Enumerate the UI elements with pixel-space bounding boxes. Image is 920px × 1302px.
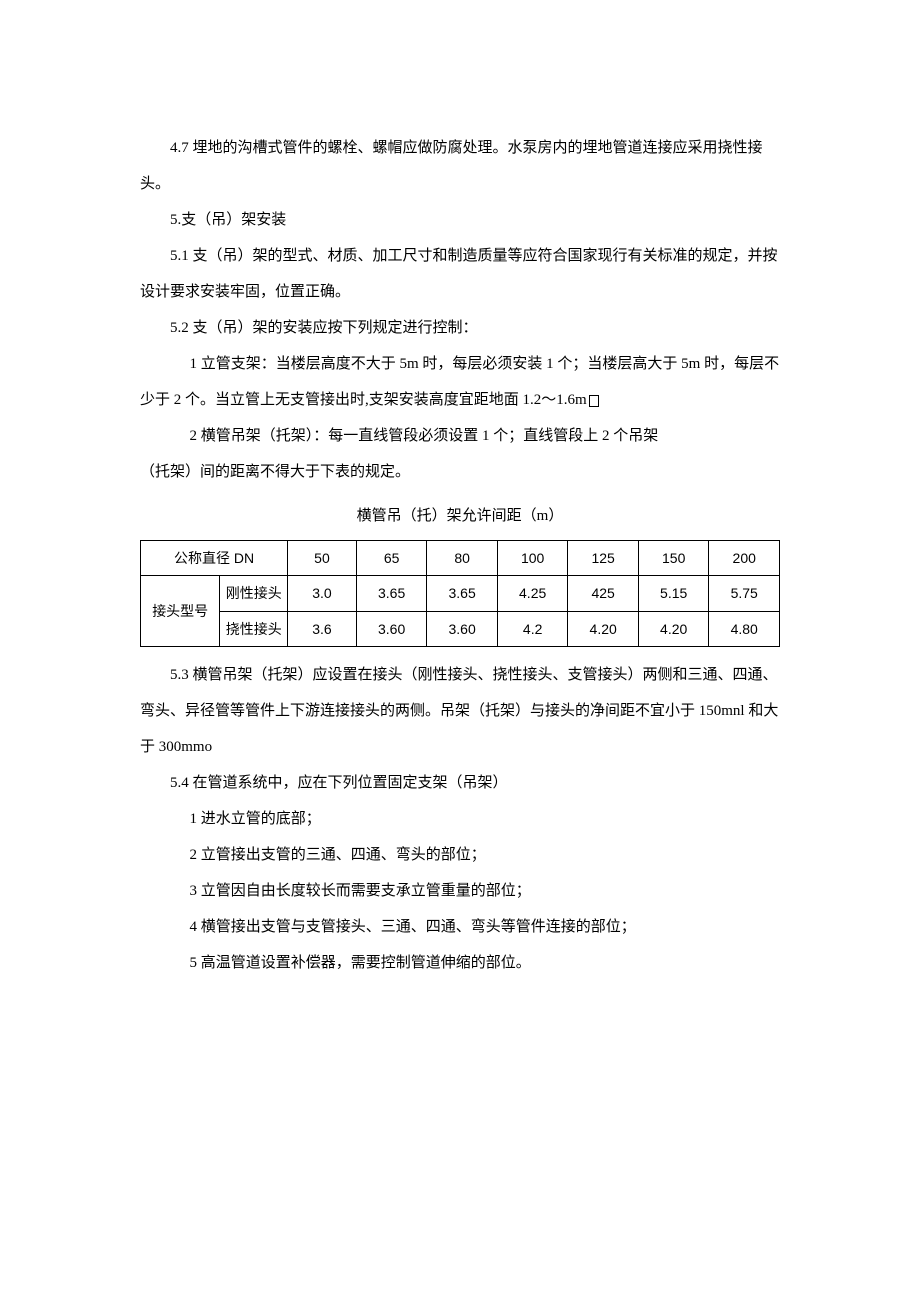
col-65: 65: [356, 541, 427, 576]
cell: 3.60: [356, 611, 427, 646]
list-item-5: 5 高温管道设置补偿器，需要控制管道伸缩的部位。: [140, 945, 780, 981]
cell: 3.65: [356, 576, 427, 611]
cell: 5.75: [709, 576, 780, 611]
list-item-2: 2 立管接出支管的三通、四通、弯头的部位；: [140, 837, 780, 873]
placeholder-box-icon: [589, 395, 599, 407]
paragraph-4-7: 4.7 埋地的沟槽式管件的螺栓、螺帽应做防腐处理。水泵房内的埋地管道连接应采用挠…: [140, 130, 780, 202]
heading-5: 5.支（吊）架安装: [140, 202, 780, 238]
paragraph-5-2-item1: 1 立管支架：当楼层高度不大于 5m 时，每层必须安装 1 个；当楼层高大于 5…: [140, 346, 780, 418]
cell: 4.25: [497, 576, 568, 611]
table-header-row: 公称直径 DN 50 65 80 100 125 150 200: [141, 541, 780, 576]
item1-text: 1 立管支架：当楼层高度不大于 5m 时，每层必须安装 1 个；当楼层高大于 5…: [140, 356, 779, 408]
list-item-3: 3 立管因自由长度较长而需要支承立管重量的部位；: [140, 873, 780, 909]
paragraph-5-1: 5.1 支（吊）架的型式、材质、加工尺寸和制造质量等应符合国家现行有关标准的规定…: [140, 238, 780, 310]
col-200: 200: [709, 541, 780, 576]
table-row-rigid: 接头型号 刚性接头 3.0 3.65 3.65 4.25 425 5.15 5.…: [141, 576, 780, 611]
table-row-flexible: 挠性接头 3.6 3.60 3.60 4.2 4.20 4.20 4.80: [141, 611, 780, 646]
header-dn: 公称直径 DN: [141, 541, 288, 576]
cell: 3.0: [288, 576, 357, 611]
list-item-4: 4 横管接出支管与支管接头、三通、四通、弯头等管件连接的部位；: [140, 909, 780, 945]
cell: 3.60: [427, 611, 498, 646]
row-joint-type: 接头型号: [141, 576, 220, 647]
flexible-label: 挠性接头: [220, 611, 288, 646]
cell: 4.80: [709, 611, 780, 646]
paragraph-5-2-item2b: （托架）间的距离不得大于下表的规定。: [140, 454, 780, 490]
cell: 425: [568, 576, 639, 611]
paragraph-5-4: 5.4 在管道系统中，应在下列位置固定支架（吊架）: [140, 765, 780, 801]
cell: 3.65: [427, 576, 498, 611]
col-80: 80: [427, 541, 498, 576]
spacing-table: 公称直径 DN 50 65 80 100 125 150 200 接头型号 刚性…: [140, 540, 780, 647]
cell: 5.15: [638, 576, 709, 611]
cell: 4.20: [568, 611, 639, 646]
paragraph-5-3: 5.3 横管吊架（托架）应设置在接头（刚性接头、挠性接头、支管接头）两侧和三通、…: [140, 657, 780, 765]
rigid-label: 刚性接头: [220, 576, 288, 611]
table-caption: 横管吊（托）架允许间距（m）: [140, 498, 780, 534]
cell: 4.20: [638, 611, 709, 646]
list-item-1: 1 进水立管的底部；: [140, 801, 780, 837]
col-100: 100: [497, 541, 568, 576]
col-50: 50: [288, 541, 357, 576]
cell: 4.2: [497, 611, 568, 646]
cell: 3.6: [288, 611, 357, 646]
paragraph-5-2-item2: 2 横管吊架（托架）：每一直线管段必须设置 1 个；直线管段上 2 个吊架: [140, 418, 780, 454]
paragraph-5-2: 5.2 支（吊）架的安装应按下列规定进行控制：: [140, 310, 780, 346]
col-150: 150: [638, 541, 709, 576]
col-125: 125: [568, 541, 639, 576]
